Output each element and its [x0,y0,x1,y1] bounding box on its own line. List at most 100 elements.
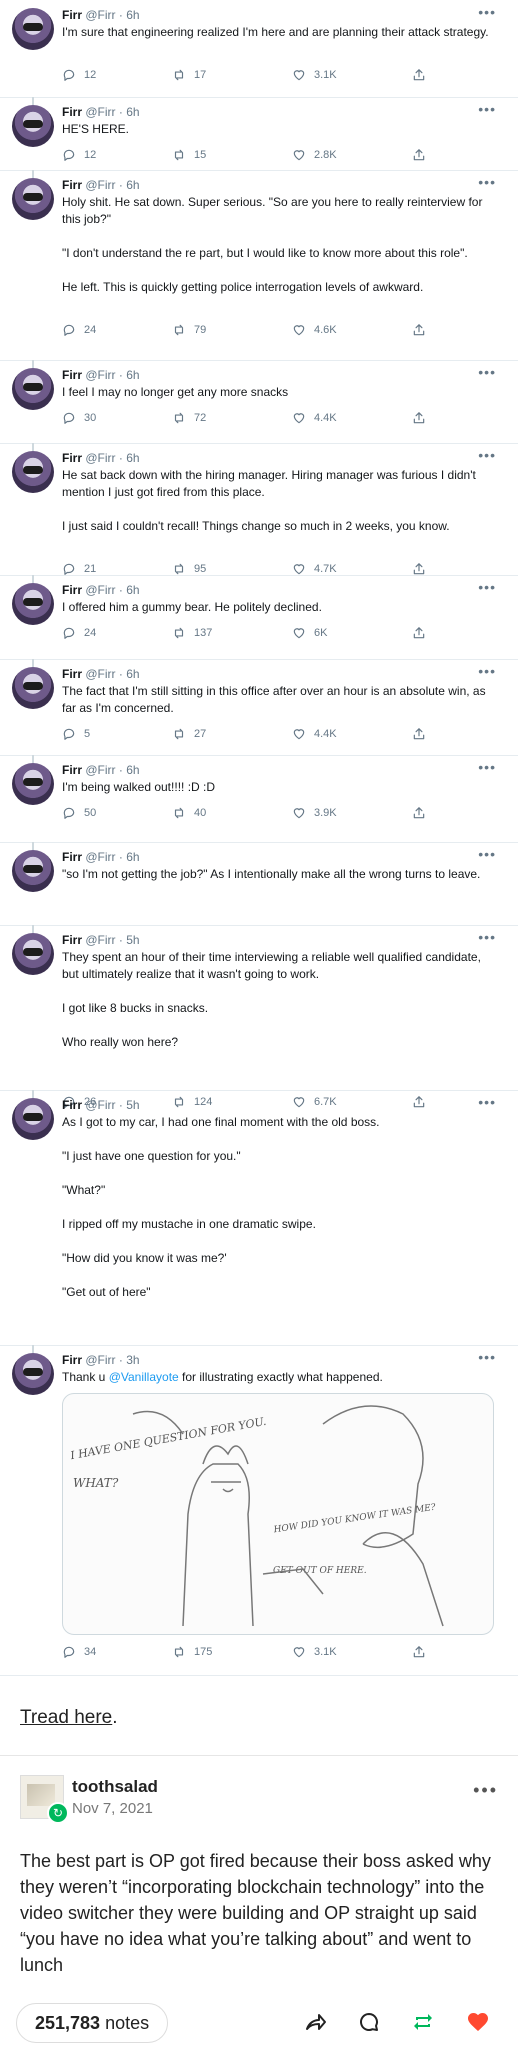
reply-button[interactable]: 24 [62,626,96,640]
author-handle[interactable]: @Firr [85,178,115,192]
share-button[interactable] [412,1645,426,1659]
author-name[interactable]: Firr [62,850,82,864]
reblog-date[interactable]: Nov 7, 2021 [72,1800,153,1817]
author-handle[interactable]: @Firr [85,933,115,947]
reply-button[interactable]: 34 [62,1645,96,1659]
reply-button[interactable]: 21 [62,562,96,576]
retweet-button[interactable]: 79 [172,323,206,337]
retweet-button[interactable]: 175 [172,1645,212,1659]
like-button[interactable]: 4.6K [292,323,337,337]
more-options-icon[interactable]: ••• [478,1094,496,1110]
more-options-icon[interactable]: ••• [478,846,496,862]
author-handle[interactable]: @Firr [85,8,115,22]
like-button[interactable]: 3.9K [292,806,337,820]
author-name[interactable]: Firr [62,1098,82,1112]
heart-icon[interactable] [466,2010,490,2034]
author-handle[interactable]: @Firr [85,368,115,382]
share-button[interactable] [412,626,426,640]
like-button[interactable]: 4.4K [292,411,337,425]
reply-button[interactable]: 5 [62,727,90,741]
author-name[interactable]: Firr [62,667,82,681]
more-options-icon[interactable]: ••• [478,364,496,380]
author-name[interactable]: Firr [62,105,82,119]
reply-button[interactable]: 30 [62,411,96,425]
share-button[interactable] [412,68,426,82]
more-options-icon[interactable]: ••• [478,663,496,679]
like-button[interactable]: 3.1K [292,68,337,82]
avatar[interactable] [12,1098,54,1140]
retweet-button[interactable]: 15 [172,148,206,162]
more-options-icon[interactable]: ••• [478,579,496,595]
author-handle[interactable]: @Firr [85,667,115,681]
reply-button[interactable]: 12 [62,148,96,162]
retweet-button[interactable]: 72 [172,411,206,425]
author-handle[interactable]: @Firr [85,850,115,864]
share-button[interactable] [412,806,426,820]
author-handle[interactable]: @Firr [85,1098,115,1112]
tweet-time[interactable]: 3h [126,1353,139,1367]
more-options-icon[interactable]: ••• [478,101,496,117]
share-button[interactable] [412,727,426,741]
tweet-time[interactable]: 6h [126,583,139,597]
author-handle[interactable]: @Firr [85,451,115,465]
retweet-button[interactable]: 95 [172,562,206,576]
avatar[interactable] [12,583,54,625]
more-options-icon[interactable]: ••• [478,929,496,945]
avatar[interactable] [12,105,54,147]
avatar[interactable] [12,763,54,805]
avatar[interactable] [12,178,54,220]
author-name[interactable]: Firr [62,178,82,192]
share-icon[interactable] [303,2010,327,2034]
author-name[interactable]: Firr [62,933,82,947]
author-handle[interactable]: @Firr [85,105,115,119]
author-handle[interactable]: @Firr [85,583,115,597]
author-name[interactable]: Firr [62,451,82,465]
share-button[interactable] [412,411,426,425]
notes-button[interactable]: 251,783 notes [16,2003,169,2043]
tweet-time[interactable]: 5h [126,1098,139,1112]
like-button[interactable]: 4.7K [292,562,337,576]
avatar[interactable] [12,1353,54,1395]
retweet-button[interactable]: 17 [172,68,206,82]
more-options-icon[interactable]: ••• [478,1349,496,1365]
author-name[interactable]: Firr [62,368,82,382]
author-name[interactable]: Firr [62,763,82,777]
retweet-button[interactable]: 40 [172,806,206,820]
reblogger-username[interactable]: toothsalad [72,1777,158,1797]
author-name[interactable]: Firr [62,8,82,22]
tweet-time[interactable]: 6h [126,8,139,22]
more-options-icon[interactable]: ••• [478,4,496,20]
tweet-time[interactable]: 6h [126,368,139,382]
author-name[interactable]: Firr [62,1353,82,1367]
avatar[interactable] [12,933,54,975]
share-button[interactable] [412,323,426,337]
like-button[interactable]: 3.1K [292,1645,337,1659]
more-options-icon[interactable]: ••• [478,447,496,463]
author-name[interactable]: Firr [62,583,82,597]
avatar[interactable] [12,850,54,892]
tweet-time[interactable]: 6h [126,105,139,119]
tweet-time[interactable]: 6h [126,850,139,864]
avatar[interactable] [12,368,54,410]
retweet-button[interactable]: 27 [172,727,206,741]
tweet-time[interactable]: 5h [126,933,139,947]
comment-icon[interactable] [357,2010,381,2034]
more-options-icon[interactable]: ••• [478,759,496,775]
user-mention-link[interactable]: @Vanillayote [109,1370,179,1384]
author-handle[interactable]: @Firr [85,1353,115,1367]
tweet-time[interactable]: 6h [126,178,139,192]
more-options-icon[interactable]: ••• [478,174,496,190]
author-handle[interactable]: @Firr [85,763,115,777]
reply-button[interactable]: 12 [62,68,96,82]
share-button[interactable] [412,148,426,162]
reblog-icon[interactable] [411,2010,435,2034]
reply-button[interactable]: 24 [62,323,96,337]
retweet-button[interactable]: 137 [172,626,212,640]
tweet-time[interactable]: 6h [126,667,139,681]
tweet-time[interactable]: 6h [126,763,139,777]
share-button[interactable] [412,562,426,576]
like-button[interactable]: 2.8K [292,148,337,162]
more-options-icon[interactable]: ••• [473,1780,498,1801]
avatar[interactable] [12,8,54,50]
avatar[interactable] [12,667,54,709]
